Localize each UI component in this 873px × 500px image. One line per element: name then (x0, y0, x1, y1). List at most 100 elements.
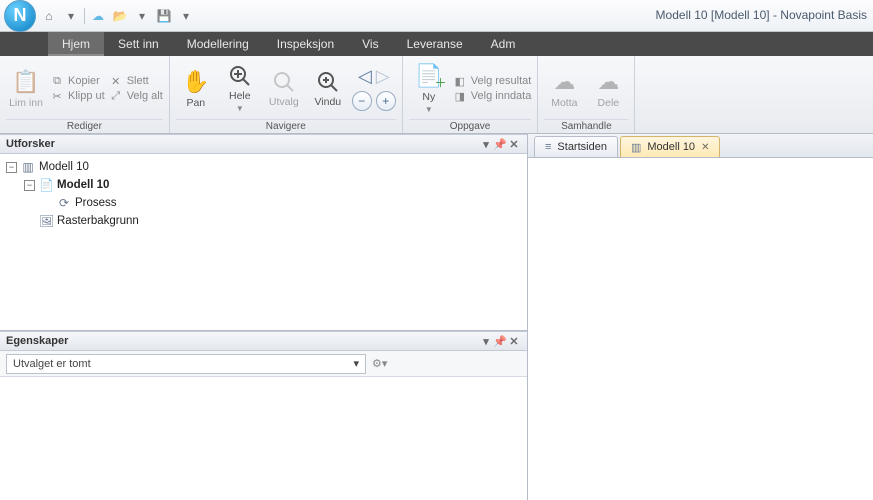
document-viewport[interactable] (528, 158, 873, 500)
zoom-selection-icon (272, 70, 296, 94)
close-tab-icon[interactable]: ✕ (701, 142, 709, 153)
prev-view-button[interactable]: ◁ (358, 66, 372, 87)
explorer-title: Utforsker (6, 138, 55, 150)
tab-inspeksjon[interactable]: Inspeksjon (263, 32, 348, 56)
close-icon[interactable]: ✕ (507, 335, 521, 348)
cut-button[interactable]: ✂Klipp ut (50, 90, 105, 103)
selection-dropdown[interactable]: Utvalget er tomt ▾ (6, 354, 366, 374)
panel-menu-icon[interactable]: ▾ (479, 335, 493, 348)
pan-button[interactable]: ✋ Pan (176, 67, 216, 111)
app-letter: N (14, 5, 27, 26)
document-area: ≡ Startsiden ▥ Modell 10 ✕ (528, 134, 873, 500)
gear-icon[interactable]: ⚙▾ (372, 357, 387, 370)
process-icon: ⟳ (57, 196, 71, 210)
doc-tab-label: Modell 10 (647, 141, 695, 153)
share-button[interactable]: ☁ Dele (588, 67, 628, 111)
pin-icon[interactable]: 📌 (493, 138, 507, 151)
cloud-icon[interactable]: ☁ (89, 7, 107, 25)
doc-tab-startsiden[interactable]: ≡ Startsiden (534, 136, 618, 157)
zoom-out-button[interactable]: − (352, 91, 372, 111)
new-task-button[interactable]: 📄＋ Ny ▼ (409, 61, 449, 116)
select-input-button[interactable]: ◨Velg inndata (453, 90, 532, 103)
document-tabs: ≡ Startsiden ▥ Modell 10 ✕ (528, 134, 873, 158)
explorer-panel-header: Utforsker ▾ 📌 ✕ (0, 134, 527, 154)
explorer-tree: − ▥ Modell 10 − 📄 Modell 10 (0, 154, 527, 330)
ribbon-group-samhandle: ☁ Motta ☁ Dele Samhandle (538, 56, 635, 133)
paste-icon: 📋 (12, 69, 39, 95)
dropdown-icon[interactable]: ▾ (62, 7, 80, 25)
left-pane: Utforsker ▾ 📌 ✕ − ▥ Modell 10 − 📄 (0, 134, 528, 500)
ribbon-group-title: Oppgave (409, 119, 532, 133)
doc-tab-label: Startsiden (557, 141, 607, 153)
collapse-icon[interactable]: − (24, 180, 35, 191)
tree-root[interactable]: − ▥ Modell 10 (6, 158, 521, 176)
ribbon-group-oppgave: 📄＋ Ny ▼ ◧Velg resultat ◨Velg inndata Opp… (403, 56, 539, 133)
select-result-button[interactable]: ◧Velg resultat (453, 75, 532, 88)
zoom-window-icon (316, 70, 340, 94)
ribbon-tabs: Hjem Sett inn Modellering Inspeksjon Vis… (0, 32, 873, 56)
quick-access-toolbar: ⌂ ▾ ☁ 📂 ▾ 💾 ▾ (40, 7, 195, 25)
ribbon-group-title: Samhandle (544, 119, 628, 133)
qat-customize-icon[interactable]: ▾ (177, 7, 195, 25)
ribbon-group-navigere: ✋ Pan Hele ▼ Utvalg Vindu ◁ ▷ (170, 56, 403, 133)
tree-node-label: Modell 10 (39, 161, 89, 173)
dropdown-icon[interactable]: ▾ (133, 7, 151, 25)
close-icon[interactable]: ✕ (507, 138, 521, 151)
hand-icon: ✋ (182, 69, 209, 95)
result-icon: ◧ (453, 75, 467, 88)
receive-button[interactable]: ☁ Motta (544, 67, 584, 111)
tree-node[interactable]: ⟳ Prosess (42, 194, 521, 212)
properties-body (0, 377, 527, 500)
tab-hjem[interactable]: Hjem (48, 32, 104, 56)
model-doc-icon: ▥ (631, 141, 641, 154)
titlebar: N ⌂ ▾ ☁ 📂 ▾ 💾 ▾ Modell 10 [Modell 10] - … (0, 0, 873, 32)
document-icon: 📄 (39, 178, 53, 192)
cut-icon: ✂ (50, 90, 64, 103)
collapse-icon[interactable]: − (6, 162, 17, 173)
window-title: Modell 10 [Modell 10] - Novapoint Basis (656, 8, 867, 22)
ribbon-group-title: Navigere (176, 119, 396, 133)
input-icon: ◨ (453, 90, 467, 103)
tree-node-label: Rasterbakgrunn (57, 215, 139, 227)
tree-node-label: Prosess (75, 197, 117, 209)
paste-button[interactable]: 📋 Lim inn (6, 67, 46, 111)
tab-adm[interactable]: Adm (477, 32, 530, 56)
doc-tab-modell-10[interactable]: ▥ Modell 10 ✕ (620, 136, 721, 157)
properties-panel: Egenskaper ▾ 📌 ✕ Utvalget er tomt ▾ ⚙▾ (0, 330, 527, 500)
tab-modellering[interactable]: Modellering (173, 32, 263, 56)
selection-text: Utvalget er tomt (13, 358, 91, 370)
ribbon-group-title: Rediger (6, 119, 163, 133)
tree-node[interactable]: 🖼 Rasterbakgrunn (24, 212, 521, 230)
pin-icon[interactable]: 📌 (493, 335, 507, 348)
zoom-selection-button[interactable]: Utvalg (264, 68, 304, 110)
tab-vis[interactable]: Vis (348, 32, 392, 56)
tab-leveranse[interactable]: Leveranse (393, 32, 477, 56)
select-all-button[interactable]: ⤢Velg alt (109, 90, 163, 103)
ribbon: 📋 Lim inn ⧉Kopier ✂Klipp ut ✕Slett ⤢Velg… (0, 56, 873, 134)
main-area: Utforsker ▾ 📌 ✕ − ▥ Modell 10 − 📄 (0, 134, 873, 500)
copy-button[interactable]: ⧉Kopier (50, 75, 105, 88)
folder-open-icon[interactable]: 📂 (111, 7, 129, 25)
save-icon[interactable]: 💾 (155, 7, 173, 25)
properties-toolbar: Utvalget er tomt ▾ ⚙▾ (0, 351, 527, 377)
properties-title: Egenskaper (6, 335, 68, 347)
panel-menu-icon[interactable]: ▾ (479, 138, 493, 151)
zoom-window-button[interactable]: Vindu (308, 68, 348, 110)
copy-icon: ⧉ (50, 75, 64, 88)
delete-icon: ✕ (109, 75, 123, 88)
ribbon-group-rediger: 📋 Lim inn ⧉Kopier ✂Klipp ut ✕Slett ⤢Velg… (0, 56, 170, 133)
separator (84, 8, 85, 24)
zoom-in-button[interactable]: + (376, 91, 396, 111)
select-all-icon: ⤢ (109, 90, 123, 103)
tree-node[interactable]: − 📄 Modell 10 (24, 176, 521, 194)
raster-icon: 🖼 (39, 214, 53, 228)
delete-button[interactable]: ✕Slett (109, 75, 163, 88)
cloud-download-icon: ☁ (553, 69, 575, 95)
chevron-down-icon: ▾ (353, 357, 359, 370)
app-menu-button[interactable]: N (4, 0, 36, 32)
home-icon[interactable]: ⌂ (40, 7, 58, 25)
next-view-button[interactable]: ▷ (376, 66, 390, 87)
new-task-icon: 📄＋ (415, 63, 442, 89)
tab-sett-inn[interactable]: Sett inn (104, 32, 173, 56)
zoom-fit-button[interactable]: Hele ▼ (220, 62, 260, 115)
